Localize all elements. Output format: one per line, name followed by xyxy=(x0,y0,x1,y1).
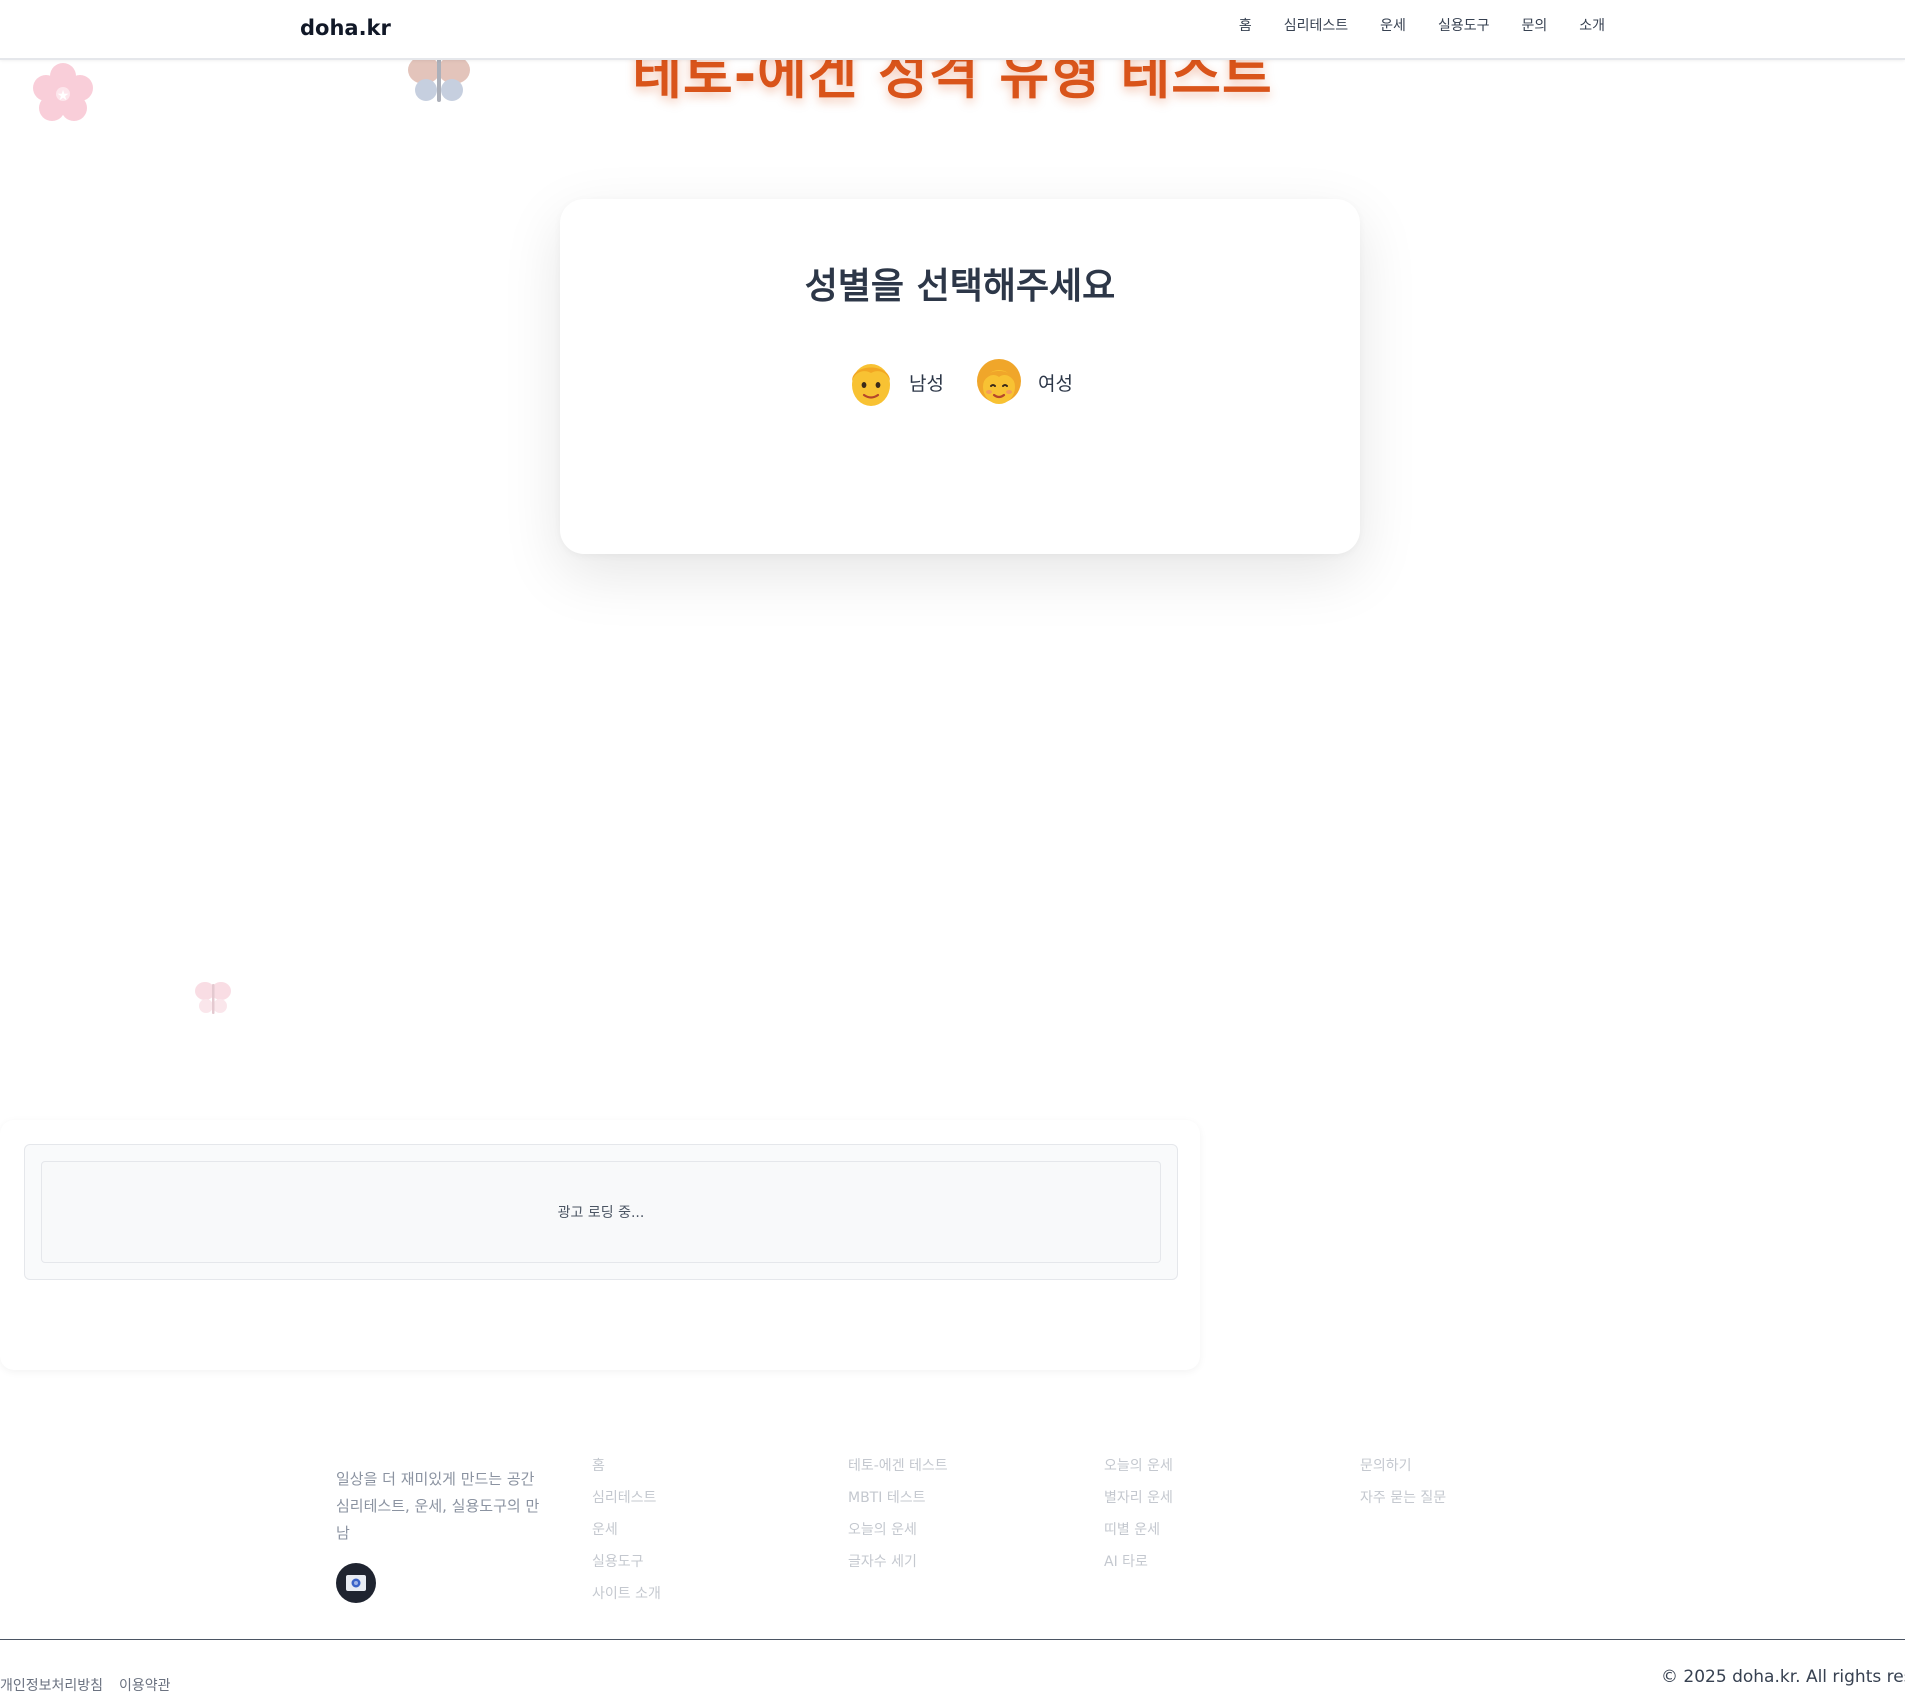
terms-link[interactable]: 이용약관 xyxy=(119,1675,171,1695)
footer-link[interactable]: MBTI 테스트 xyxy=(848,1482,948,1514)
woman-emoji-icon xyxy=(977,359,1021,404)
butterfly-small-icon xyxy=(195,982,231,1014)
footer-link[interactable]: 심리테스트 xyxy=(592,1482,661,1514)
social-link-button[interactable] xyxy=(336,1563,376,1603)
ad-container: 광고 로딩 중... xyxy=(0,1120,1200,1370)
footer-description: 일상을 더 재미있게 만드는 공간 심리테스트, 운세, 실용도구의 만남 xyxy=(336,1470,540,1542)
ad-loading-text: 광고 로딩 중... xyxy=(557,1205,645,1221)
footer-column-4: 문의하기 자주 묻는 질문 xyxy=(1360,1450,1446,1514)
female-option-button[interactable]: 여성 xyxy=(974,357,1073,407)
footer-link[interactable]: 홈 xyxy=(592,1450,661,1482)
legal-links: 개인정보처리방침 이용약관 xyxy=(0,1675,171,1695)
ad-frame: 광고 로딩 중... xyxy=(24,1144,1178,1280)
footer-divider xyxy=(0,1639,1905,1640)
nav-contact[interactable]: 문의 xyxy=(1521,15,1547,35)
site-logo[interactable]: doha.kr xyxy=(300,16,391,40)
male-option-button[interactable]: 남성 xyxy=(847,357,944,407)
nav-about[interactable]: 소개 xyxy=(1579,15,1605,35)
footer-link[interactable]: 오늘의 운세 xyxy=(1104,1450,1173,1482)
main-nav: 홈 심리테스트 운세 실용도구 문의 소개 xyxy=(1239,15,1605,35)
footer-link[interactable]: 운세 xyxy=(592,1514,661,1546)
nav-tools[interactable]: 실용도구 xyxy=(1438,15,1490,35)
footer-link[interactable]: 자주 묻는 질문 xyxy=(1360,1482,1446,1514)
nav-fortune[interactable]: 운세 xyxy=(1380,15,1406,35)
footer-link[interactable]: 오늘의 운세 xyxy=(848,1514,948,1546)
gender-options: 남성 여성 xyxy=(560,357,1360,407)
footer-link[interactable]: 사이트 소개 xyxy=(592,1578,661,1610)
footer-column-1: 홈 심리테스트 운세 실용도구 사이트 소개 xyxy=(592,1450,661,1610)
footer-link[interactable]: 테토-에겐 테스트 xyxy=(848,1450,948,1482)
man-emoji-icon xyxy=(852,364,891,406)
nav-psych-tests[interactable]: 심리테스트 xyxy=(1284,15,1348,35)
privacy-policy-link[interactable]: 개인정보처리방침 xyxy=(0,1675,103,1695)
flag-icon xyxy=(346,1575,366,1591)
nav-home[interactable]: 홈 xyxy=(1239,15,1252,35)
footer-link[interactable]: 문의하기 xyxy=(1360,1450,1446,1482)
footer-column-3: 오늘의 운세 별자리 운세 띠별 운세 AI 타로 xyxy=(1104,1450,1173,1578)
footer-link[interactable]: 글자수 세기 xyxy=(848,1546,948,1578)
copyright-text: © 2025 doha.kr. All rights reserve xyxy=(1661,1667,1905,1687)
footer-column-2: 테토-에겐 테스트 MBTI 테스트 오늘의 운세 글자수 세기 xyxy=(848,1450,948,1578)
site-header: doha.kr 홈 심리테스트 운세 실용도구 문의 소개 xyxy=(0,0,1905,60)
footer-link[interactable]: AI 타로 xyxy=(1104,1546,1173,1578)
footer-link[interactable]: 실용도구 xyxy=(592,1546,661,1578)
female-label: 여성 xyxy=(1038,372,1073,395)
card-title: 성별을 선택해주세요 xyxy=(804,266,1116,307)
footer-link[interactable]: 별자리 운세 xyxy=(1104,1482,1173,1514)
male-label: 남성 xyxy=(909,372,944,395)
footer-link[interactable]: 띠별 운세 xyxy=(1104,1514,1173,1546)
ad-placeholder: 광고 로딩 중... xyxy=(41,1161,1161,1263)
gender-select-card: 성별을 선택해주세요 남성 여성 xyxy=(560,199,1360,554)
